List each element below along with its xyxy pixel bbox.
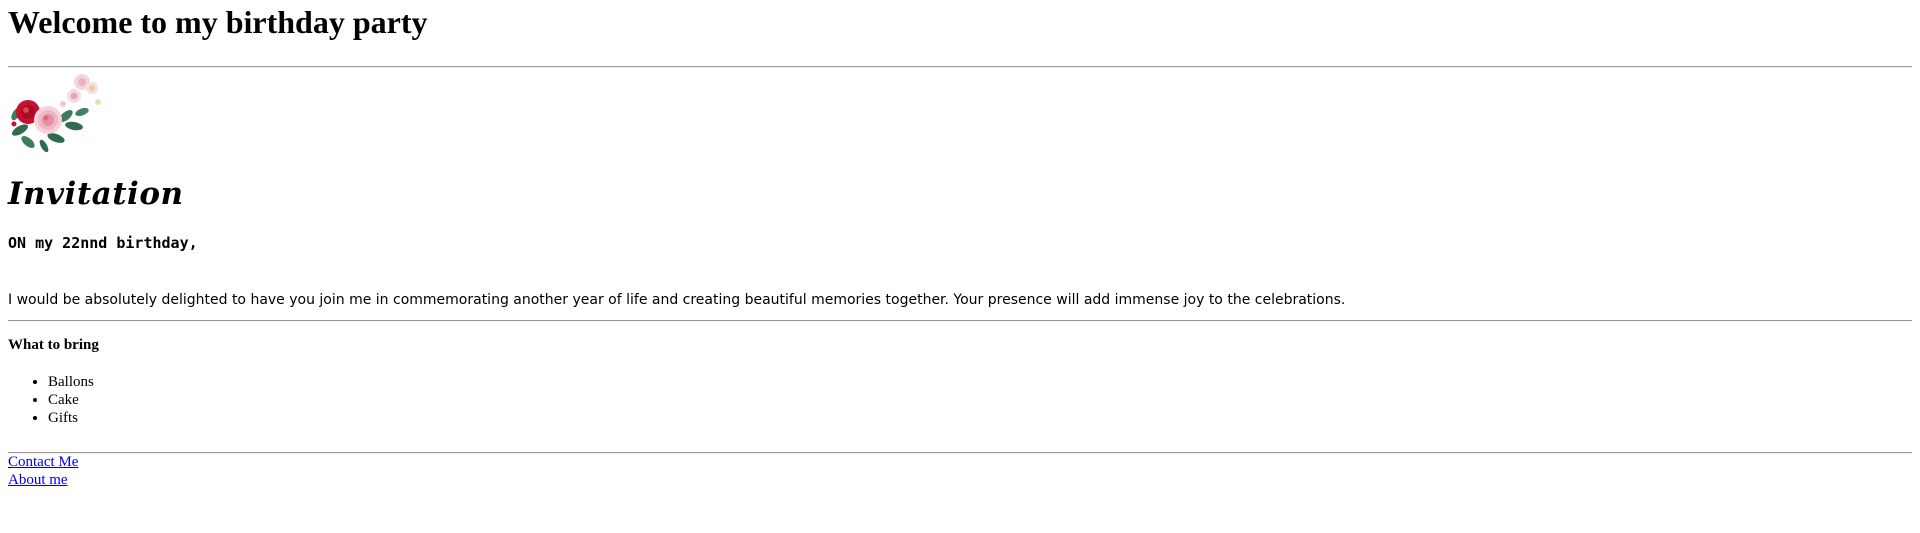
- divider-bottom: [8, 452, 1912, 454]
- footer-links: Contact Me About me: [8, 453, 78, 489]
- page-title: Welcome to my birthday party: [8, 4, 428, 40]
- what-to-bring-list: Ballons Cake Gifts: [8, 373, 94, 427]
- about-me-link[interactable]: About me: [8, 471, 78, 489]
- divider-middle: [8, 320, 1912, 322]
- invitation-title: Invitation: [8, 176, 184, 212]
- list-item-ballons: Ballons: [48, 373, 94, 391]
- birthday-line: ON my 22nnd birthday,: [8, 234, 198, 252]
- divider-top: [8, 66, 1912, 68]
- flower-bouquet-icon: [11, 74, 101, 152]
- invitation-message: I would be absolutely delighted to have …: [8, 292, 1346, 308]
- contact-me-link[interactable]: Contact Me: [8, 453, 78, 471]
- list-item-gifts: Gifts: [48, 409, 94, 427]
- list-item-cake: Cake: [48, 391, 94, 409]
- what-to-bring-heading: What to bring: [8, 337, 99, 353]
